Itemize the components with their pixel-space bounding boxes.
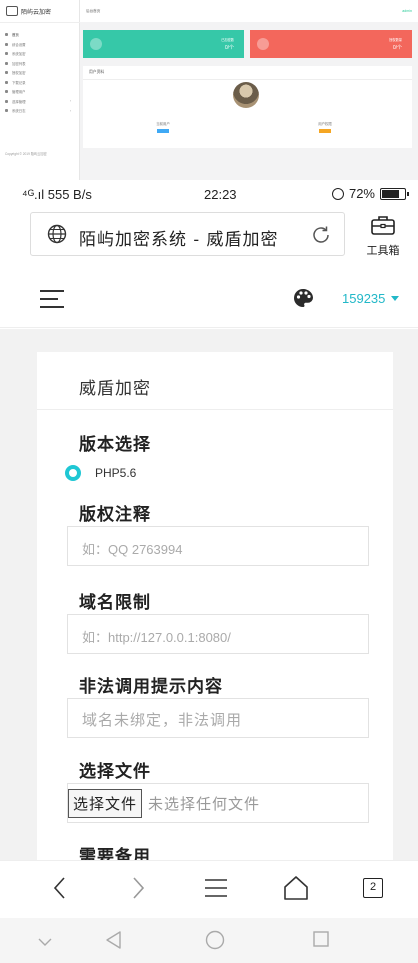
admin-stat-card-encrypted: 已加密数 0/个 [83, 30, 244, 58]
phone-status-bar: ⁴ᴳ.ıl 555 B/s 22:23 72% [0, 180, 418, 208]
copyright-label: 版权注释 [79, 505, 151, 525]
home-icon[interactable] [283, 875, 309, 906]
toolbox-button[interactable]: 工具箱 [358, 214, 408, 258]
chevron-left-icon[interactable] [50, 875, 70, 906]
illegal-call-input[interactable]: 域名未绑定，非法调用 [67, 698, 369, 738]
clock: 22:23 [204, 187, 237, 202]
admin-topbar: 后台首页 admin [80, 0, 418, 22]
admin-sidebar: 陌屿云加密 首页 综合设置 系统加密 加密列表 授权加密 下载记录 管理用户 选… [0, 0, 80, 180]
admin-stat-card-authorized: 授权数量 0/个 [250, 30, 412, 58]
admin-stat-role: 用户权限 [305, 121, 345, 134]
user-menu[interactable]: 159235 [342, 291, 400, 306]
record-label: 需要备用 [79, 847, 151, 860]
app-header: 159235 [0, 270, 418, 328]
signal-speed: ⁴ᴳ.ıl 555 B/s [22, 187, 92, 202]
no-file-text: 未选择任何文件 [148, 794, 261, 813]
chevron-down-icon[interactable] [38, 934, 52, 952]
admin-preview-screenshot: 陌屿云加密 首页 综合设置 系统加密 加密列表 授权加密 下载记录 管理用户 选… [0, 0, 418, 180]
toolbox-label: 工具箱 [366, 244, 400, 257]
circle-home-icon[interactable] [205, 930, 225, 955]
domain-input[interactable]: 如：http://127.0.0.1:8080/ [67, 614, 369, 654]
php-version-option: PHP5.6 [95, 466, 137, 480]
file-input[interactable]: 选择文件 未选择任何文件 [67, 783, 369, 823]
square-recent-icon[interactable] [313, 931, 329, 952]
browser-bottom-nav: 2 [0, 860, 418, 918]
illegal-call-label: 非法调用提示内容 [79, 677, 223, 697]
chevron-right-icon[interactable] [128, 875, 148, 906]
logo-icon [6, 6, 18, 16]
encrypt-form-card: 威盾加密 版本选择 PHP5.6 版权注释 如：QQ 2763994 域名限制 … [37, 352, 393, 860]
admin-nav-item[interactable]: 综合设置 [0, 40, 79, 50]
copyright-input[interactable]: 如：QQ 2763994 [67, 526, 369, 566]
php-version-radio[interactable]: PHP5.6 [65, 465, 136, 481]
admin-nav-item[interactable]: 系统日志 › [0, 106, 79, 116]
username: 159235 [342, 291, 386, 306]
admin-topbar-title: 后台首页 [86, 8, 101, 13]
caret-down-icon [391, 296, 400, 301]
admin-nav-item[interactable]: 授权加密 [0, 68, 79, 78]
avatar [233, 82, 259, 108]
admin-logo: 陌屿云加密 [0, 0, 79, 22]
version-label: 版本选择 [79, 435, 151, 455]
admin-nav-item[interactable]: 系统加密 [0, 49, 79, 59]
system-nav-bar [0, 918, 418, 963]
rotation-lock-icon [331, 187, 344, 200]
triangle-back-icon[interactable] [104, 930, 122, 955]
reload-icon[interactable] [310, 224, 332, 251]
admin-brand: 陌屿云加密 [21, 9, 52, 16]
radio-selected-icon[interactable] [65, 465, 81, 481]
tabs-count-button[interactable]: 2 [363, 878, 383, 898]
battery-percent: 72% [348, 186, 375, 201]
admin-user[interactable]: admin [402, 9, 412, 13]
card-title: 威盾加密 [37, 352, 393, 410]
palette-icon[interactable] [292, 287, 314, 314]
hamburger-icon[interactable] [40, 290, 64, 314]
card-icon [90, 38, 102, 50]
admin-stat-user: 当前用户 [143, 121, 183, 134]
admin-profile-panel: 用户资料 当前用户 用户权限 [83, 66, 412, 148]
domain-label: 域名限制 [79, 593, 151, 613]
menu-lines-icon[interactable] [204, 875, 228, 906]
globe-icon [47, 224, 67, 249]
choose-file-button[interactable]: 选择文件 [68, 788, 143, 818]
admin-copyright: Copyright © 2019 陌屿云加密 [5, 152, 47, 156]
address-bar[interactable]: 陌屿加密系统 - 威盾加密 [30, 212, 345, 256]
toolbox-icon [370, 216, 396, 240]
admin-nav-item[interactable]: 加密列表 [0, 59, 79, 69]
admin-nav-item[interactable]: 选择管理 › [0, 97, 79, 107]
page-title-in-address: 陌屿加密系统 - 威盾加密 [79, 230, 279, 250]
admin-nav-item[interactable]: 下载记录 [0, 78, 79, 88]
card-icon [257, 38, 269, 50]
admin-nav-item[interactable]: 管理用户 [0, 87, 79, 97]
file-label: 选择文件 [79, 762, 151, 782]
admin-nav-item[interactable]: 首页 [0, 30, 79, 40]
battery-icon [380, 187, 409, 200]
browser-address-row: 陌屿加密系统 - 威盾加密 工具箱 [0, 208, 418, 260]
admin-nav: 首页 综合设置 系统加密 加密列表 授权加密 下载记录 管理用户 选择管理 › 系… [0, 30, 79, 116]
